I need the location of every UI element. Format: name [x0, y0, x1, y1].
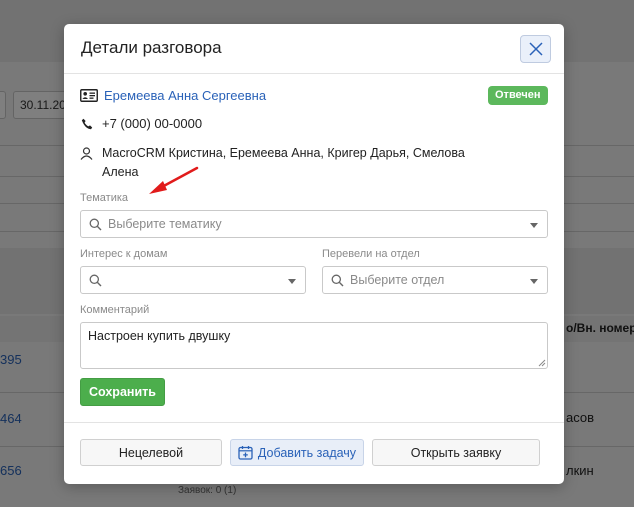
- status-badge: Отвечен: [488, 86, 548, 105]
- topic-label: Тематика: [80, 192, 129, 204]
- topic-placeholder: Выберите тематику: [108, 217, 222, 231]
- add-task-button[interactable]: Добавить задачу: [230, 439, 364, 466]
- comment-label: Комментарий: [80, 304, 150, 316]
- open-request-button[interactable]: Открыть заявку: [372, 439, 540, 466]
- nontarget-button[interactable]: Нецелевой: [80, 439, 222, 466]
- call-details-modal: Детали разговора Еремеева Анна Сергеевна…: [64, 24, 564, 484]
- department-label: Перевели на отдел: [322, 248, 420, 260]
- chevron-down-icon: [530, 279, 538, 284]
- close-icon: [528, 42, 543, 56]
- comment-textarea[interactable]: Настроен купить двушку: [80, 322, 548, 369]
- close-button[interactable]: [520, 35, 551, 63]
- participants-row: MacroCRM Кристина, Еремеева Анна, Кригер…: [80, 144, 480, 182]
- search-icon: [331, 274, 344, 286]
- interest-select[interactable]: [80, 266, 306, 294]
- participants-list: MacroCRM Кристина, Еремеева Анна, Кригер…: [102, 146, 465, 179]
- save-button[interactable]: Сохранить: [80, 378, 165, 406]
- phone-icon: [81, 118, 93, 129]
- user-icon: [80, 147, 93, 160]
- modal-title: Детали разговора: [81, 38, 222, 57]
- add-task-label: Добавить задачу: [257, 445, 357, 460]
- department-placeholder: Выберите отдел: [350, 273, 445, 287]
- contact-row: Еремеева Анна Сергеевна: [80, 88, 266, 103]
- resize-grip-icon[interactable]: [537, 358, 546, 367]
- contact-card-icon: [80, 89, 98, 102]
- phone-number: +7 (000) 00-0000: [102, 116, 203, 131]
- search-icon: [89, 274, 102, 286]
- search-icon: [89, 218, 102, 230]
- modal-footer: Нецелевой Добавить задачу Открыть заявку: [64, 422, 564, 484]
- chevron-down-icon: [530, 223, 538, 228]
- topic-select[interactable]: Выберите тематику: [80, 210, 548, 238]
- contact-name-link[interactable]: Еремеева Анна Сергеевна: [104, 88, 266, 103]
- calendar-plus-icon: [238, 446, 253, 460]
- interest-label: Интерес к домам: [80, 248, 168, 260]
- department-select[interactable]: Выберите отдел: [322, 266, 548, 294]
- phone-row: +7 (000) 00-0000: [81, 116, 202, 131]
- modal-header: Детали разговора: [64, 24, 564, 74]
- chevron-down-icon: [288, 279, 296, 284]
